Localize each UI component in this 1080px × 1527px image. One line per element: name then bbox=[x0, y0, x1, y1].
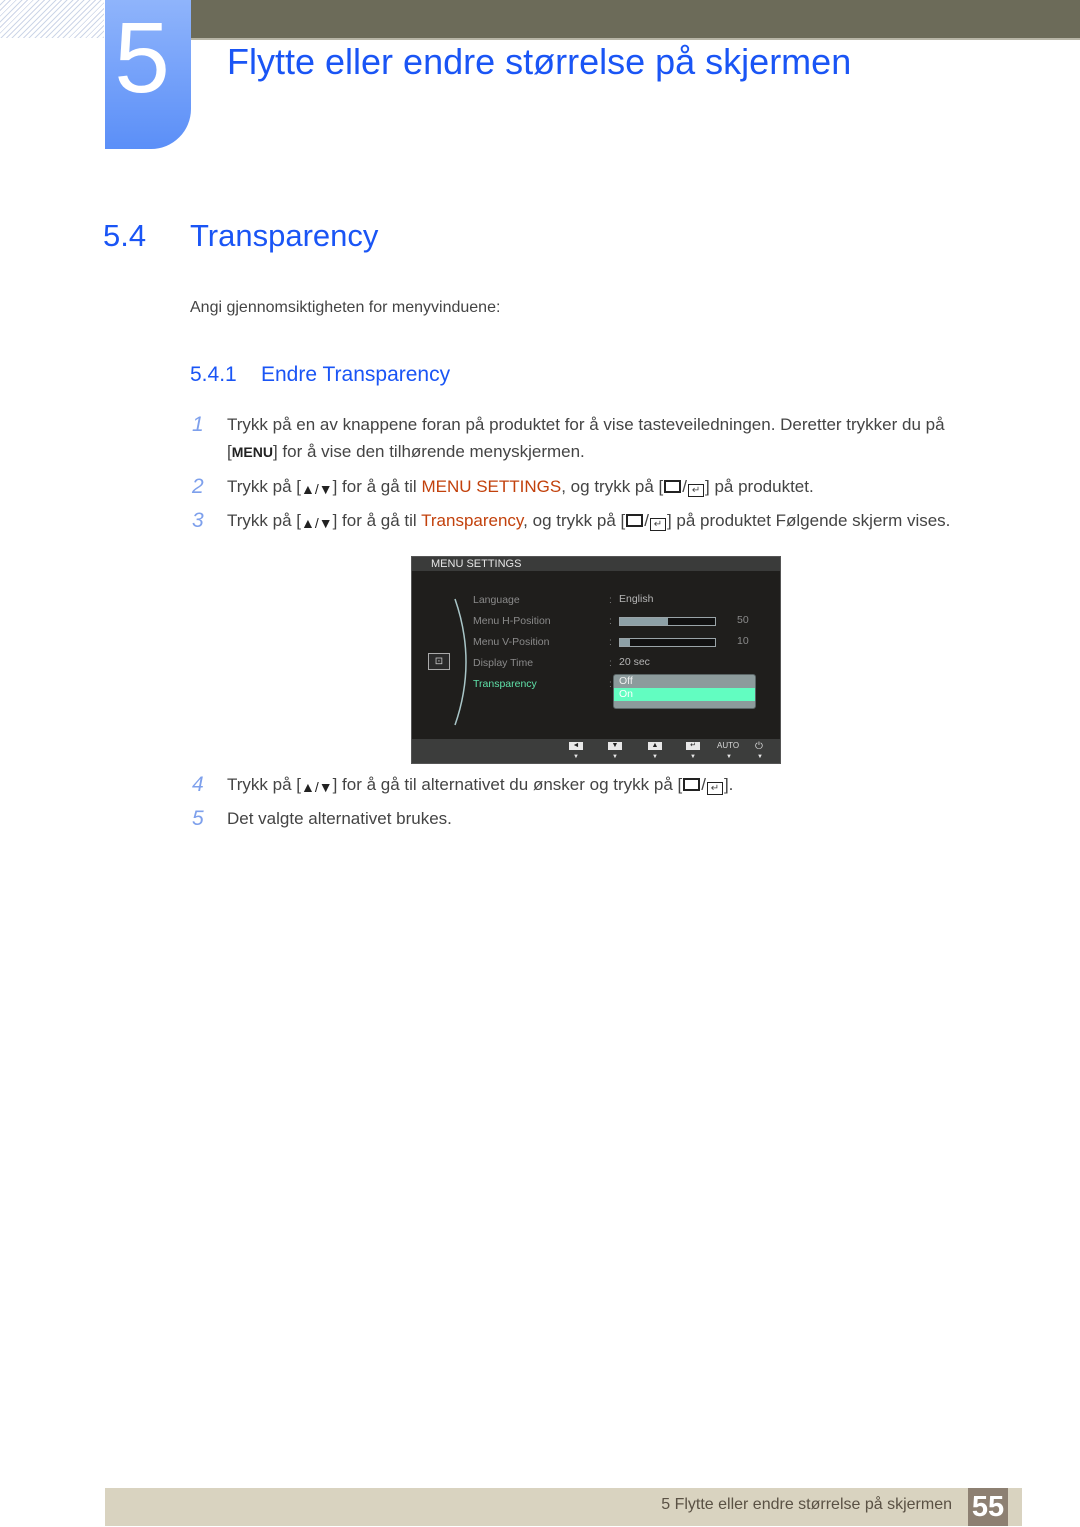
menu-settings-highlight: MENU SETTINGS bbox=[421, 477, 562, 496]
chapter-title: Flytte eller endre størrelse på skjermen bbox=[227, 41, 852, 82]
osd-enter-button-icon: ↵ bbox=[686, 742, 700, 750]
osd-display-time-value: 20 sec bbox=[619, 656, 650, 668]
screen-position-icon: ⊡ bbox=[428, 653, 450, 670]
up-down-arrow-icon: ▲/▼ bbox=[301, 779, 333, 795]
osd-title: MENU SETTINGS bbox=[412, 557, 780, 571]
footer-chapter-title: 5 Flytte eller endre størrelse på skjerm… bbox=[661, 1496, 952, 1513]
osd-auto-button: AUTO bbox=[717, 741, 740, 750]
top-bar bbox=[190, 0, 1080, 40]
osd-item-v-position: Menu V-Position bbox=[473, 636, 550, 648]
osd-item-transparency: Transparency bbox=[473, 678, 537, 690]
osd-option-off: Off bbox=[619, 675, 633, 687]
source-icon bbox=[683, 778, 701, 791]
step-number: 2 bbox=[192, 475, 204, 498]
osd-item-h-position: Menu H-Position bbox=[473, 615, 551, 627]
osd-language-value: English bbox=[619, 593, 654, 605]
step-text: Trykk på [▲/▼] for å gå til MENU SETTING… bbox=[227, 473, 814, 503]
enter-icon: ↵ bbox=[649, 518, 666, 531]
enter-icon: ↵ bbox=[706, 782, 723, 795]
osd-transparency-dropdown: Off On bbox=[613, 674, 756, 709]
osd-tick: ▼ bbox=[573, 754, 579, 760]
osd-up-button-icon: ▲ bbox=[648, 742, 662, 750]
osd-down-button-icon: ▼ bbox=[608, 742, 622, 750]
osd-menu-screenshot: MENU SETTINGS ⊡ Language : English Menu … bbox=[411, 556, 781, 764]
osd-h-position-bar bbox=[619, 617, 716, 626]
transparency-highlight: Transparency bbox=[421, 511, 524, 530]
subsection-number: 5.4.1 bbox=[190, 363, 237, 386]
section-number: 5.4 bbox=[103, 218, 147, 253]
decorative-hatch bbox=[0, 0, 104, 38]
step-number: 4 bbox=[192, 773, 204, 796]
chapter-tab: 5 bbox=[105, 0, 191, 149]
osd-option-on: On bbox=[614, 688, 755, 701]
osd-left-button-icon: ◄ bbox=[569, 742, 583, 750]
section-title: Transparency bbox=[190, 218, 379, 253]
osd-tick: ▼ bbox=[757, 754, 763, 760]
section-intro: Angi gjennomsiktigheten for menyvinduene… bbox=[190, 299, 501, 316]
osd-item-language: Language bbox=[473, 594, 520, 606]
step-text: Trykk på [▲/▼] for å gå til alternativet… bbox=[227, 771, 733, 801]
osd-v-position-value: 10 bbox=[737, 635, 749, 647]
osd-power-icon: ⏻ bbox=[755, 741, 763, 752]
osd-tick: ▼ bbox=[652, 754, 658, 760]
page-footer: 5 Flytte eller endre størrelse på skjerm… bbox=[105, 1488, 1022, 1526]
step-text: Det valgte alternativet brukes. bbox=[227, 809, 452, 828]
osd-button-bar: ◄ ▼ ▲ ↵ AUTO ⏻ ▼ ▼ ▼ ▼ ▼ ▼ bbox=[412, 739, 780, 763]
enter-icon: ↵ bbox=[688, 484, 705, 497]
step-number: 3 bbox=[192, 509, 204, 532]
page-number: 55 bbox=[968, 1488, 1008, 1526]
menu-key: MENU bbox=[231, 444, 273, 460]
osd-h-position-value: 50 bbox=[737, 614, 749, 626]
up-down-arrow-icon: ▲/▼ bbox=[301, 515, 333, 531]
source-icon bbox=[626, 514, 644, 527]
step-text: Trykk på [▲/▼] for å gå til Transparency… bbox=[227, 507, 950, 537]
subsection-title: Endre Transparency bbox=[261, 363, 451, 386]
step-number: 5 bbox=[192, 807, 204, 830]
osd-tick: ▼ bbox=[726, 754, 732, 760]
source-icon bbox=[664, 480, 682, 493]
osd-tick: ▼ bbox=[612, 754, 618, 760]
up-down-arrow-icon: ▲/▼ bbox=[301, 481, 333, 497]
osd-v-position-bar bbox=[619, 638, 716, 647]
step-text: Trykk på en av knappene foran på produkt… bbox=[227, 415, 945, 434]
osd-item-display-time: Display Time bbox=[473, 657, 534, 669]
chapter-number: 5 bbox=[114, 2, 170, 114]
osd-tick: ▼ bbox=[690, 754, 696, 760]
step-number: 1 bbox=[192, 413, 204, 436]
